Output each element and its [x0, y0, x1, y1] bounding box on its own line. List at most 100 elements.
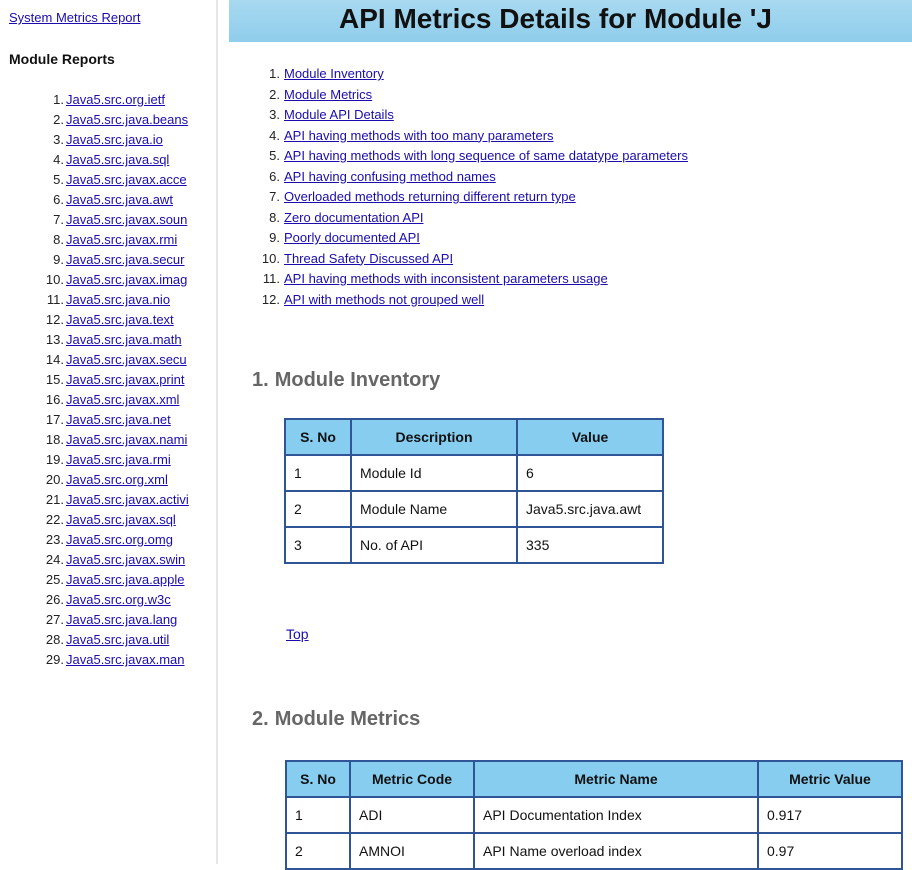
list-number: 26.	[45, 592, 64, 607]
toc-item-link[interactable]: API having confusing method names	[284, 169, 496, 184]
list-number: 27.	[45, 612, 64, 627]
module-report-item-link[interactable]: Java5.src.javax.nami	[66, 432, 187, 447]
list-number: 11.	[262, 271, 280, 286]
module-report-item-link[interactable]: Java5.src.javax.man	[66, 652, 185, 667]
module-report-item: 20. Java5.src.org.xml	[32, 470, 189, 490]
table-cell: 2	[284, 490, 352, 528]
table-cell: 3	[284, 526, 352, 564]
list-number: 9.	[269, 230, 280, 245]
column-header: Value	[516, 418, 664, 456]
list-number: 14.	[45, 352, 64, 367]
module-metrics-table: S. No Metric Code Metric Name Metric Val…	[285, 760, 903, 870]
column-header: S. No	[285, 760, 351, 798]
list-number: 17.	[45, 412, 64, 427]
list-number: 2.	[53, 112, 64, 127]
list-number: 22.	[45, 512, 64, 527]
module-report-item-link[interactable]: Java5.src.org.ietf	[66, 92, 165, 107]
toc-item-link[interactable]: API with methods not grouped well	[284, 292, 484, 307]
column-header: Metric Name	[473, 760, 759, 798]
module-report-item-link[interactable]: Java5.src.java.rmi	[66, 452, 171, 467]
toc-item: 3. Module API Details	[260, 105, 688, 126]
module-report-item-link[interactable]: Java5.src.java.awt	[66, 192, 173, 207]
table-header-row: S. No Metric Code Metric Name Metric Val…	[285, 760, 903, 798]
module-report-item: 15. Java5.src.javax.print	[32, 370, 189, 390]
list-number: 8.	[269, 209, 280, 225]
module-report-item-link[interactable]: Java5.src.javax.secu	[66, 352, 187, 367]
module-report-item-link[interactable]: Java5.src.org.omg	[66, 532, 173, 547]
module-report-item: 27. Java5.src.java.lang	[32, 610, 189, 630]
module-report-item-link[interactable]: Java5.src.java.nio	[66, 292, 170, 307]
module-report-item: 10. Java5.src.javax.imag	[32, 270, 189, 290]
module-report-item: 3. Java5.src.java.io	[32, 130, 189, 150]
toc-item: 12. API with methods not grouped well	[260, 290, 688, 311]
list-number: 13.	[45, 332, 64, 347]
module-report-item-link[interactable]: Java5.src.java.secur	[66, 252, 185, 267]
toc-item-link[interactable]: Module API Details	[284, 107, 394, 122]
system-metrics-report-link[interactable]: System Metrics Report	[9, 10, 140, 25]
toc-item-link[interactable]: Module Inventory	[284, 66, 384, 81]
column-header: Description	[350, 418, 518, 456]
module-report-item-link[interactable]: Java5.src.java.sql	[66, 152, 169, 167]
toc-item: 11. API having methods with inconsistent …	[260, 269, 688, 290]
table-header-row: S. No Description Value	[284, 418, 664, 456]
module-report-item: 13. Java5.src.java.math	[32, 330, 189, 350]
module-report-item-link[interactable]: Java5.src.javax.activi	[66, 492, 189, 507]
toc-item-link[interactable]: Poorly documented API	[284, 230, 420, 245]
module-report-item-link[interactable]: Java5.src.javax.sql	[66, 512, 176, 527]
toc-item: 2. Module Metrics	[260, 85, 688, 106]
section-title-text: Module Metrics	[274, 708, 421, 730]
module-report-item-link[interactable]: Java5.src.javax.acce	[66, 172, 187, 187]
module-report-item: 17. Java5.src.java.net	[32, 410, 189, 430]
list-number: 8.	[53, 232, 64, 247]
module-report-item-link[interactable]: Java5.src.java.text	[66, 312, 174, 327]
module-report-item: 26. Java5.src.org.w3c	[32, 590, 189, 610]
list-number: 6.	[269, 168, 280, 184]
module-report-item-link[interactable]: Java5.src.javax.imag	[66, 272, 187, 287]
module-report-item-link[interactable]: Java5.src.java.math	[66, 332, 182, 347]
list-number: 4.	[53, 152, 64, 167]
module-report-item: 12. Java5.src.java.text	[32, 310, 189, 330]
list-number: 23.	[45, 532, 64, 547]
module-report-item-link[interactable]: Java5.src.java.net	[66, 412, 171, 427]
module-report-item-link[interactable]: Java5.src.java.apple	[66, 572, 185, 587]
module-report-item: 14. Java5.src.javax.secu	[32, 350, 189, 370]
module-report-item-link[interactable]: Java5.src.java.lang	[66, 612, 177, 627]
back-to-top-link[interactable]: Top	[286, 626, 309, 642]
module-report-item-link[interactable]: Java5.src.java.util	[66, 632, 169, 647]
toc-item: 6. API having confusing method names	[260, 167, 688, 188]
toc-item-link[interactable]: Overloaded methods returning different r…	[284, 189, 576, 204]
module-report-item: 25. Java5.src.java.apple	[32, 570, 189, 590]
toc-item-link[interactable]: API having methods with too many paramet…	[284, 128, 554, 143]
toc-item-link[interactable]: API having methods with long sequence of…	[284, 148, 688, 163]
column-header: Metric Code	[349, 760, 475, 798]
column-header: S. No	[284, 418, 352, 456]
list-number: 1.	[269, 66, 280, 81]
toc-item: 10. Thread Safety Discussed API	[260, 249, 688, 270]
module-report-item-link[interactable]: Java5.src.java.beans	[66, 112, 188, 127]
table-row: 3 No. of API 335	[284, 526, 664, 564]
module-report-item-link[interactable]: Java5.src.org.w3c	[66, 592, 171, 607]
toc-item-link[interactable]: API having methods with inconsistent par…	[284, 271, 608, 286]
table-cell: 6	[516, 454, 664, 492]
module-report-item-link[interactable]: Java5.src.javax.soun	[66, 212, 187, 227]
module-report-item-link[interactable]: Java5.src.org.xml	[66, 472, 168, 487]
section-number: 1.	[252, 369, 269, 391]
list-number: 12.	[45, 312, 64, 327]
toc-item: 4. API having methods with too many param…	[260, 126, 688, 147]
table-cell: 1	[284, 454, 352, 492]
module-report-item: 22. Java5.src.javax.sql	[32, 510, 189, 530]
page-title: API Metrics Details for Module 'J	[339, 3, 772, 34]
list-number: 29.	[45, 652, 64, 667]
toc-item-link[interactable]: Module Metrics	[284, 87, 372, 102]
toc-item-link[interactable]: Zero documentation API	[284, 210, 423, 225]
section-number: 2.	[252, 708, 269, 730]
module-report-item-link[interactable]: Java5.src.javax.print	[66, 372, 185, 387]
module-report-item-link[interactable]: Java5.src.javax.rmi	[66, 232, 177, 247]
toc-item: 5. API having methods with long sequence …	[260, 146, 688, 167]
toc-item-link[interactable]: Thread Safety Discussed API	[284, 251, 453, 266]
module-report-item-link[interactable]: Java5.src.javax.swin	[66, 552, 185, 567]
list-number: 24.	[45, 552, 64, 567]
toc-item: 1. Module Inventory	[260, 64, 688, 85]
module-report-item-link[interactable]: Java5.src.javax.xml	[66, 392, 179, 407]
module-report-item-link[interactable]: Java5.src.java.io	[66, 132, 163, 147]
